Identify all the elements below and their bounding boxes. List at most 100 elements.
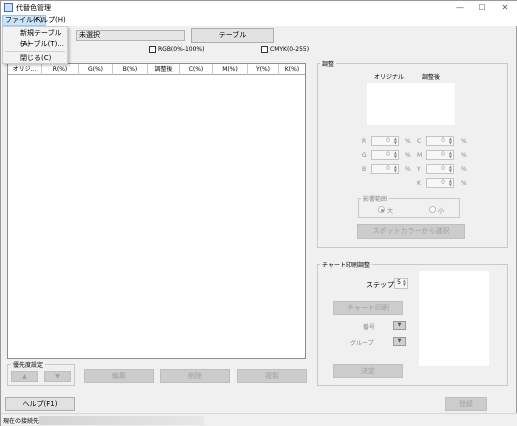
menu-item-close[interactable]: 閉じる(C) bbox=[3, 53, 67, 64]
y-spinner[interactable]: 0 ▲ ▼ bbox=[426, 164, 454, 174]
b-percent: % bbox=[405, 166, 411, 173]
edit-button[interactable]: 編集 bbox=[84, 369, 154, 383]
g-spinner[interactable]: 0 ▲ ▼ bbox=[371, 150, 399, 160]
c-value: 0 bbox=[441, 137, 445, 144]
cmyk-checkbox[interactable] bbox=[261, 46, 268, 53]
close-button[interactable]: ✕ bbox=[494, 1, 516, 15]
column-header-original[interactable]: オリジ... bbox=[8, 64, 42, 75]
range-small-label: 小 bbox=[438, 208, 445, 215]
spot-color-button[interactable]: スポットカラーから選択 bbox=[357, 224, 465, 239]
range-small-radio[interactable] bbox=[429, 206, 436, 213]
color-table[interactable]: オリジ... R(%) G(%) B(%) 調整後 C(%) M(%) Y(%)… bbox=[7, 63, 306, 359]
spinner-arrows-icon: ▲ ▼ bbox=[393, 150, 397, 159]
copy-button[interactable]: 複製 bbox=[237, 369, 307, 383]
priority-group-label: 優先度設定 bbox=[11, 360, 46, 369]
window-title: 代替色管理 bbox=[16, 4, 51, 12]
spinner-arrows-icon: ▲ ▼ bbox=[393, 136, 397, 145]
b-label: B bbox=[362, 166, 367, 173]
decide-button[interactable]: 決定 bbox=[333, 364, 403, 378]
g-label: G bbox=[362, 152, 367, 159]
menu-help[interactable]: ヘルプ(H) bbox=[32, 15, 68, 26]
k-value: 0 bbox=[441, 179, 445, 186]
k-label: K bbox=[417, 180, 421, 187]
app-icon bbox=[4, 3, 13, 12]
menu-item-new-table[interactable]: 新規テーブル(A) bbox=[3, 28, 67, 48]
original-label: オリジナル bbox=[374, 74, 405, 81]
column-header-b[interactable]: B(%) bbox=[113, 64, 148, 75]
priority-up-button[interactable]: ▲ bbox=[11, 371, 38, 382]
chart-preview bbox=[419, 271, 489, 366]
r-percent: % bbox=[405, 138, 411, 145]
spinner-arrows-icon: ▲ ▼ bbox=[448, 178, 452, 187]
cmyk-checkbox-label: CMYK(0-255) bbox=[270, 46, 310, 53]
range-large-label: 大 bbox=[387, 208, 394, 215]
column-header-g[interactable]: G(%) bbox=[79, 64, 113, 75]
chart-print-button[interactable]: チャート印刷 bbox=[333, 301, 403, 315]
menu-item-table[interactable]: テーブル(T)... bbox=[3, 39, 67, 50]
adjust-group-label: 調整 bbox=[320, 59, 337, 68]
column-header-adjusted[interactable]: 調整後 bbox=[148, 64, 180, 75]
b-value: 0 bbox=[386, 165, 390, 172]
minimize-button[interactable]: — bbox=[449, 1, 471, 15]
column-header-r[interactable]: R(%) bbox=[42, 64, 79, 75]
number-label: 番号 bbox=[363, 324, 376, 331]
step-spinner[interactable]: 5 ▲ ▼ bbox=[394, 278, 408, 289]
r-value: 0 bbox=[386, 137, 390, 144]
spinner-arrows-icon: ▲ ▼ bbox=[393, 164, 397, 173]
adjusted-label: 調整後 bbox=[422, 74, 441, 81]
column-header-m[interactable]: M(%) bbox=[213, 64, 248, 75]
menu-separator bbox=[5, 51, 65, 52]
step-value: 5 bbox=[397, 279, 401, 286]
table-header: オリジ... R(%) G(%) B(%) 調整後 C(%) M(%) Y(%)… bbox=[8, 64, 305, 75]
delete-button[interactable]: 削除 bbox=[160, 369, 230, 383]
rgb-checkbox-label: RGB(0%-100%) bbox=[158, 46, 205, 53]
step-label: ステップ bbox=[366, 281, 394, 289]
m-value: 0 bbox=[441, 151, 445, 158]
number-dropdown[interactable]: ▼ bbox=[393, 321, 406, 330]
file-menu-dropdown: 新規テーブル(A) テーブル(T)... 閉じる(C) bbox=[2, 26, 68, 64]
g-percent: % bbox=[405, 152, 411, 159]
b-spinner[interactable]: 0 ▲ ▼ bbox=[371, 164, 399, 174]
status-label: 現在の接続先 bbox=[3, 418, 40, 425]
m-label: M bbox=[417, 152, 423, 159]
column-header-y[interactable]: Y(%) bbox=[248, 64, 279, 75]
c-label: C bbox=[417, 138, 422, 145]
chevron-down-icon: ▼ bbox=[397, 322, 402, 328]
range-group-label: 影響範囲 bbox=[361, 194, 390, 203]
c-percent: % bbox=[461, 138, 467, 145]
y-label: Y bbox=[417, 166, 421, 173]
chart-print-group-label: チャート印刷調整 bbox=[320, 260, 372, 269]
help-button[interactable]: ヘルプ(F1) bbox=[5, 397, 75, 411]
group-dropdown[interactable]: ▼ bbox=[393, 337, 406, 346]
priority-down-button[interactable]: ▼ bbox=[44, 371, 71, 382]
rgb-checkbox[interactable] bbox=[149, 46, 156, 53]
g-value: 0 bbox=[386, 151, 390, 158]
spinner-arrows-icon: ▲ ▼ bbox=[448, 136, 452, 145]
title-bar: 代替色管理 — ☐ ✕ bbox=[1, 1, 517, 15]
y-percent: % bbox=[461, 166, 467, 173]
table-select[interactable]: 未選択 bbox=[76, 30, 185, 41]
table-button[interactable]: テーブル bbox=[191, 28, 274, 43]
range-large-radio[interactable] bbox=[378, 206, 385, 213]
spinner-arrows-icon: ▲ ▼ bbox=[448, 150, 452, 159]
menu-bar: ファイル(F) ヘルプ(H) bbox=[1, 15, 517, 26]
group-label: グループ bbox=[350, 340, 374, 347]
r-spinner[interactable]: 0 ▲ ▼ bbox=[371, 136, 399, 146]
k-percent: % bbox=[461, 180, 467, 187]
y-value: 0 bbox=[441, 165, 445, 172]
spinner-arrows-icon: ▲ ▼ bbox=[402, 278, 406, 287]
k-spinner[interactable]: 0 ▲ ▼ bbox=[426, 178, 454, 188]
app-window: 代替色管理 — ☐ ✕ ファイル(F) ヘルプ(H) 新規テーブル(A) テーブ… bbox=[0, 0, 517, 426]
column-header-k[interactable]: K(%) bbox=[279, 64, 305, 75]
m-spinner[interactable]: 0 ▲ ▼ bbox=[426, 150, 454, 160]
color-preview bbox=[367, 83, 455, 125]
status-connection-value bbox=[39, 416, 204, 425]
column-header-c[interactable]: C(%) bbox=[180, 64, 213, 75]
c-spinner[interactable]: 0 ▲ ▼ bbox=[426, 136, 454, 146]
maximize-button[interactable]: ☐ bbox=[471, 1, 493, 15]
save-button[interactable]: 登録 bbox=[445, 397, 487, 411]
spinner-arrows-icon: ▲ ▼ bbox=[448, 164, 452, 173]
r-label: R bbox=[362, 138, 367, 145]
status-bar: 現在の接続先 bbox=[1, 413, 517, 426]
chevron-down-icon: ▼ bbox=[397, 338, 402, 344]
